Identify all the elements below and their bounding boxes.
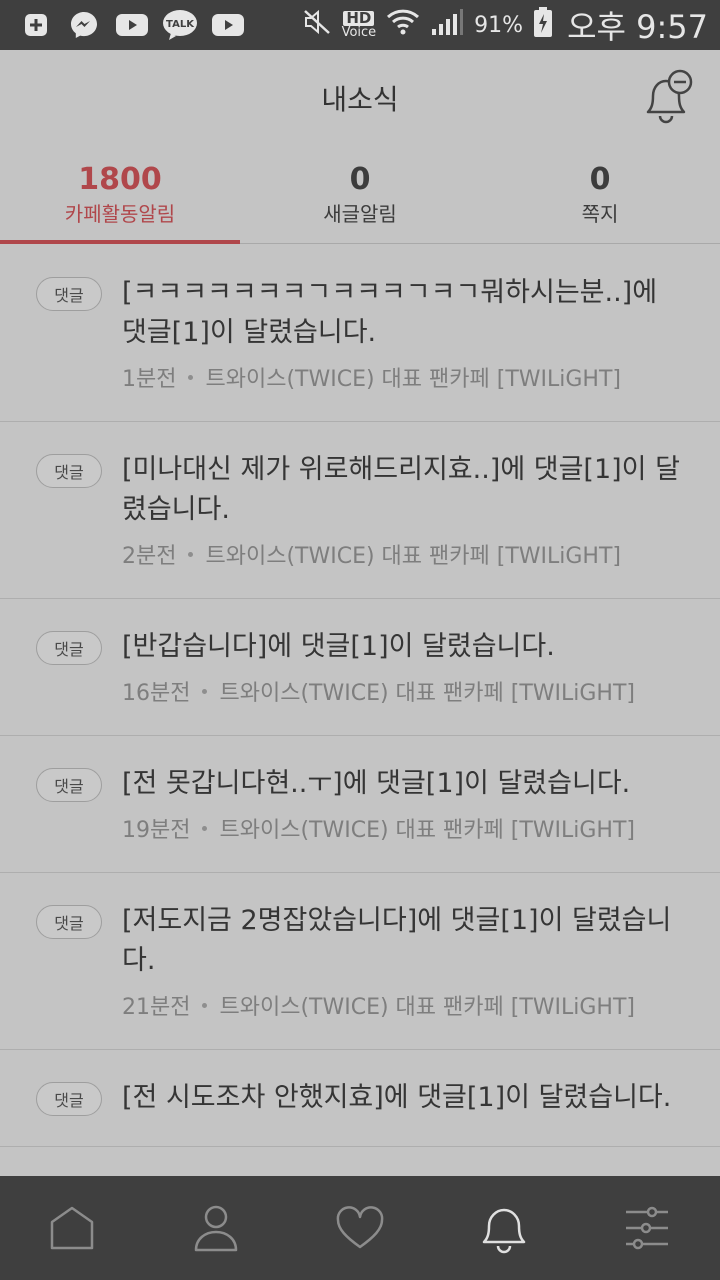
notification-item[interactable]: 댓글 [ㅋㅋㅋㅋㅋㅋㅋㄱㅋㅋㅋㄱㅋㄱ뭐하시는분..]에 댓글[1]이 달렸습니다… (0, 245, 720, 422)
comment-badge: 댓글 (36, 768, 102, 802)
notification-meta: 16분전 트와이스(TWICE) 대표 팬카페 [TWILiGHT] (122, 675, 690, 707)
notification-tabs: 1800 카페활동알림 0 새글알림 0 쪽지 (0, 146, 720, 244)
nav-favorites-button[interactable] (288, 1176, 432, 1280)
kakaotalk-label: TALK (166, 19, 195, 30)
tab-cafe-activity[interactable]: 1800 카페활동알림 (0, 146, 240, 244)
nav-home-button[interactable] (0, 1176, 144, 1280)
notification-item[interactable]: 댓글 [전 시도조차 안했지효]에 댓글[1]이 달렸습니다. (0, 1050, 720, 1147)
notification-time: 1분전 (122, 367, 177, 392)
notification-meta: 1분전 트와이스(TWICE) 대표 팬카페 [TWILiGHT] (122, 361, 690, 393)
hd-voice-icon: HD Voice (341, 9, 377, 40)
tab-label: 새글알림 (323, 201, 397, 226)
bell-off-icon (646, 69, 693, 124)
notification-meta: 2분전 트와이스(TWICE) 대표 팬카페 [TWILiGHT] (122, 538, 690, 570)
notification-time: 16분전 (122, 681, 191, 706)
notification-time: 2분전 (122, 544, 177, 569)
app-header: 내소식 (0, 50, 720, 146)
tab-count: 1800 (78, 161, 162, 197)
tab-new-posts[interactable]: 0 새글알림 (240, 146, 480, 243)
notification-text: [저도지금 2명잡았습니다]에 댓글[1]이 달렸습니다. (122, 905, 672, 976)
tab-label: 카페활동알림 (64, 201, 176, 226)
wifi-icon (386, 7, 420, 44)
signal-icon (430, 7, 464, 44)
comment-badge: 댓글 (36, 631, 102, 665)
notification-item[interactable]: 댓글 [반갑습니다]에 댓글[1]이 달렸습니다. 16분전 트와이스(TWIC… (0, 599, 720, 736)
profile-icon (194, 1205, 238, 1252)
separator-dot (202, 1002, 208, 1008)
kakaotalk-icon: TALK (162, 10, 198, 40)
nav-settings-button[interactable] (576, 1176, 720, 1280)
notification-meta: 19분전 트와이스(TWICE) 대표 팬카페 [TWILiGHT] (122, 812, 690, 844)
clock: 오후 9:57 (567, 8, 708, 46)
settings-sliders-icon (626, 1206, 668, 1250)
comment-badge: 댓글 (36, 905, 102, 939)
page-title: 내소식 (321, 83, 399, 116)
notification-item[interactable]: 댓글 [저도지금 2명잡았습니다]에 댓글[1]이 달렸습니다. 21분전 트와… (0, 873, 720, 1050)
notification-text: [전 못갑니다현..ㅜ]에 댓글[1]이 달렸습니다. (122, 768, 631, 799)
notification-text: [ㅋㅋㅋㅋㅋㅋㅋㄱㅋㅋㅋㄱㅋㄱ뭐하시는분..]에 댓글[1]이 달렸습니다. (122, 277, 658, 348)
mute-icon (302, 8, 332, 43)
separator-dot (188, 551, 194, 557)
cafe-name: 트와이스(TWICE) 대표 팬카페 [TWILiGHT] (205, 367, 621, 392)
tab-count: 0 (589, 161, 611, 197)
messenger-icon (66, 10, 102, 40)
youtube-icon (114, 10, 150, 40)
cafe-name: 트와이스(TWICE) 대표 팬카페 [TWILiGHT] (205, 544, 621, 569)
comment-badge: 댓글 (36, 277, 102, 311)
bell-icon (482, 1208, 526, 1254)
cafe-name: 트와이스(TWICE) 대표 팬카페 [TWILiGHT] (219, 995, 635, 1020)
battery-charging-icon (533, 6, 553, 45)
notification-time: 21분전 (122, 995, 191, 1020)
battery-percent: 91% (474, 12, 524, 38)
separator-dot (188, 374, 194, 380)
youtube-icon (210, 10, 246, 40)
separator-dot (202, 825, 208, 831)
tab-messages[interactable]: 0 쪽지 (480, 146, 720, 243)
plus-square-icon (18, 10, 54, 40)
notification-item[interactable]: 댓글 [전 못갑니다현..ㅜ]에 댓글[1]이 달렸습니다. 19분전 트와이스… (0, 736, 720, 873)
cafe-name: 트와이스(TWICE) 대표 팬카페 [TWILiGHT] (219, 681, 635, 706)
comment-badge: 댓글 (36, 1082, 102, 1116)
notification-list: 댓글 [ㅋㅋㅋㅋㅋㅋㅋㄱㅋㅋㅋㄱㅋㄱ뭐하시는분..]에 댓글[1]이 달렸습니다… (0, 245, 720, 1176)
notification-meta: 21분전 트와이스(TWICE) 대표 팬카페 [TWILiGHT] (122, 989, 690, 1021)
notification-icons: TALK (18, 10, 246, 40)
notification-text: [전 시도조차 안했지효]에 댓글[1]이 달렸습니다. (122, 1082, 672, 1113)
notification-item[interactable]: 댓글 [미나대신 제가 위로해드리지효..]에 댓글[1]이 달렸습니다. 2분… (0, 422, 720, 599)
separator-dot (202, 688, 208, 694)
cafe-name: 트와이스(TWICE) 대표 팬카페 [TWILiGHT] (219, 818, 635, 843)
bottom-navigation (0, 1176, 720, 1280)
notification-time: 19분전 (122, 818, 191, 843)
nav-profile-button[interactable] (144, 1176, 288, 1280)
nav-notifications-button[interactable] (432, 1176, 576, 1280)
home-icon (50, 1206, 94, 1250)
heart-icon (336, 1206, 384, 1249)
status-bar: TALK HD Voice 91% 오후 9:57 (0, 0, 720, 50)
notification-settings-button[interactable] (634, 66, 698, 130)
tab-count: 0 (349, 161, 371, 197)
comment-badge: 댓글 (36, 454, 102, 488)
notification-text: [미나대신 제가 위로해드리지효..]에 댓글[1]이 달렸습니다. (122, 454, 680, 525)
tab-label: 쪽지 (581, 201, 619, 226)
notification-text: [반갑습니다]에 댓글[1]이 달렸습니다. (122, 631, 555, 662)
